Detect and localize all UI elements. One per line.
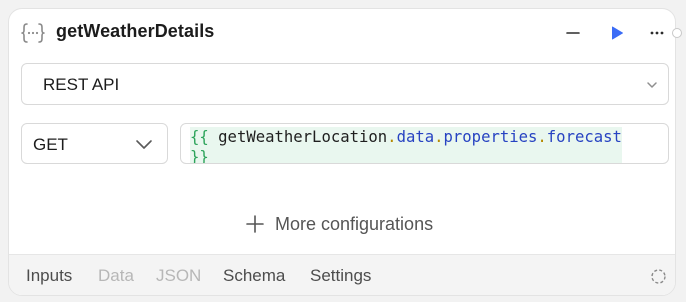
binding-dot: .	[537, 128, 547, 146]
workflow-node-card: getWeatherDetails REST API GET {{getWea…	[8, 8, 676, 296]
more-configurations-button[interactable]: More configurations	[245, 212, 433, 236]
binding-dot: .	[387, 128, 397, 146]
minimize-button[interactable]	[561, 21, 585, 45]
integration-select[interactable]: REST API	[21, 63, 669, 105]
ellipsis-icon	[650, 31, 664, 35]
minus-icon	[566, 32, 580, 34]
binding-property: data	[396, 128, 435, 146]
more-options-button[interactable]	[645, 21, 669, 45]
binding-close-braces: }}	[190, 148, 209, 164]
node-connection-handle[interactable]	[672, 28, 682, 38]
url-expression: {{ getWeatherLocation.data.properties.fo…	[190, 127, 622, 164]
binding-property: forecast	[546, 128, 622, 146]
tab-data[interactable]: Data	[98, 266, 134, 286]
play-icon	[612, 26, 623, 40]
node-title[interactable]: getWeatherDetails	[56, 21, 214, 42]
binding-property: properties	[443, 128, 538, 146]
chevron-down-icon	[647, 82, 657, 88]
tab-schema[interactable]: Schema	[223, 266, 285, 286]
binding-dot: .	[434, 128, 444, 146]
tab-json[interactable]: JSON	[156, 266, 201, 286]
binding-open-braces: {{	[190, 128, 209, 146]
url-input[interactable]: {{ getWeatherLocation.data.properties.fo…	[180, 123, 669, 164]
integration-select-value: REST API	[43, 75, 120, 94]
tab-inputs[interactable]: Inputs	[26, 266, 72, 286]
http-method-select[interactable]: GET	[21, 123, 168, 164]
node-header: getWeatherDetails	[9, 9, 675, 55]
loading-spinner-icon	[651, 269, 666, 284]
plus-icon	[246, 215, 264, 233]
binding-source: getWeatherLocation	[218, 128, 388, 146]
chevron-down-icon	[136, 140, 152, 149]
more-configurations-label: More configurations	[275, 213, 434, 234]
function-braces-icon	[21, 23, 45, 43]
tab-settings[interactable]: Settings	[310, 266, 371, 286]
http-method-value: GET	[33, 135, 68, 154]
node-tab-bar: Inputs Data JSON Schema Settings	[9, 254, 675, 295]
run-button[interactable]	[605, 21, 629, 45]
